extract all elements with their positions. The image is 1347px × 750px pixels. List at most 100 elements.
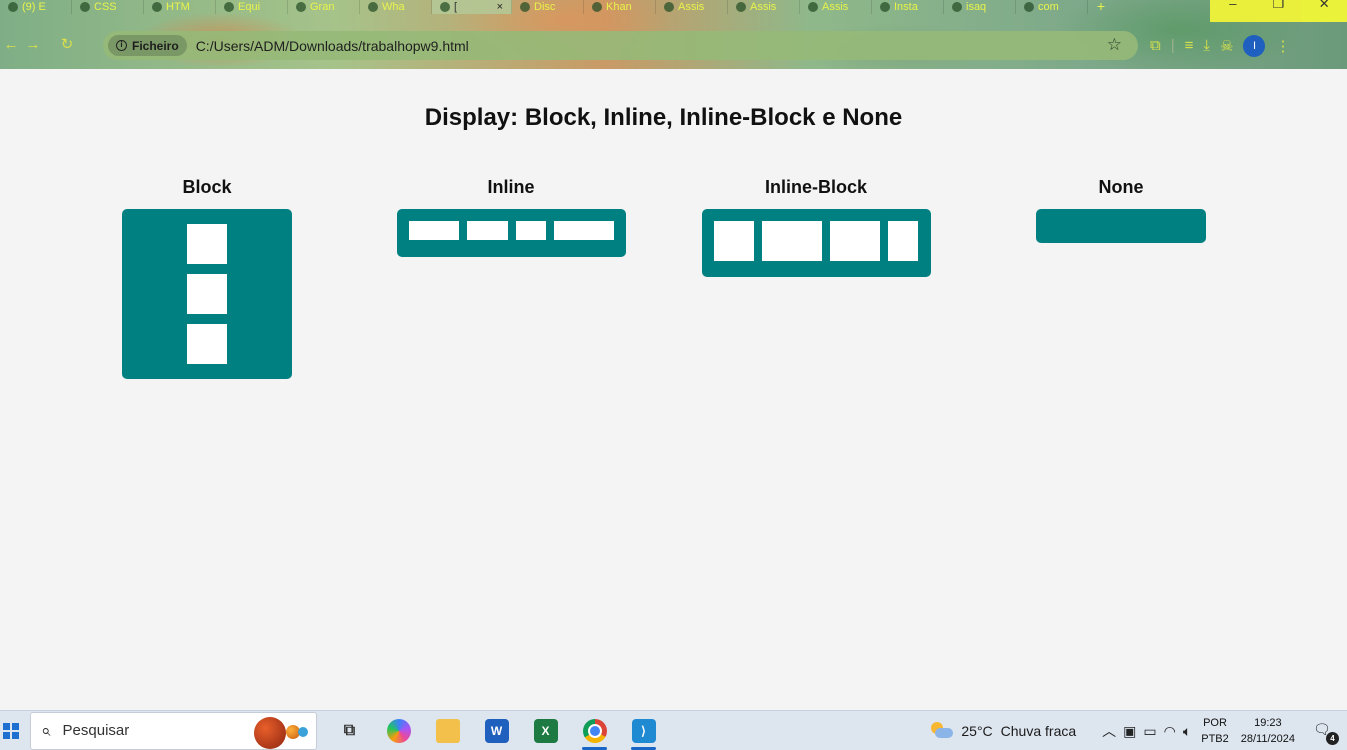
tab-active[interactable]: [× xyxy=(432,0,512,14)
inline-item xyxy=(515,221,546,240)
site-info-label: Ficheiro xyxy=(132,38,179,53)
download-icon[interactable]: ⤓ xyxy=(1203,37,1210,54)
tab-7[interactable]: Disc xyxy=(512,0,584,14)
none-container xyxy=(1036,209,1206,243)
file-explorer-app[interactable] xyxy=(423,711,472,750)
notification-center[interactable]: 🗨︎ 4 xyxy=(1313,721,1339,745)
copilot-icon xyxy=(386,718,411,743)
tab-favicon-icon xyxy=(1024,2,1034,12)
reload-icon[interactable]: ↻ xyxy=(56,34,78,56)
clock-date: 28/11/2024 xyxy=(1240,733,1295,745)
language-code: POR xyxy=(1203,717,1227,729)
language-indicator[interactable]: POR PTB2 xyxy=(1201,715,1229,747)
divider: | xyxy=(1170,37,1175,54)
chevron-up-icon[interactable]: ︿ xyxy=(1102,721,1116,741)
tab-label: Gran xyxy=(310,1,335,13)
folder-icon xyxy=(435,718,460,743)
maximize-icon[interactable]: ❐ xyxy=(1256,0,1302,22)
tab-label: CSS xyxy=(94,1,117,13)
reading-list-icon[interactable]: ≡ xyxy=(1185,37,1194,54)
tab-favicon-icon xyxy=(808,2,818,12)
site-info-chip[interactable]: i Ficheiro xyxy=(108,35,187,56)
tab-5[interactable]: Wha xyxy=(360,0,432,14)
tab-strip: (9) E CSS HTM Equi Gran Wha [× Disc Khan… xyxy=(0,0,1210,14)
menu-kebab-icon[interactable]: ⋮ xyxy=(1275,37,1290,55)
tab-favicon-icon xyxy=(80,2,90,12)
inline-block-item xyxy=(887,221,918,261)
tab-13[interactable]: isaq xyxy=(944,0,1016,14)
tab-12[interactable]: Insta xyxy=(872,0,944,14)
back-icon[interactable]: ← xyxy=(0,34,22,56)
tab-9[interactable]: Assis xyxy=(656,0,728,14)
profile-avatar[interactable]: I xyxy=(1243,34,1266,57)
tab-label: [ xyxy=(454,1,458,13)
forward-icon[interactable]: → xyxy=(22,34,44,56)
weather-widget[interactable]: 25°C Chuva fraca xyxy=(931,722,1076,740)
tab-11[interactable]: Assis xyxy=(800,0,872,14)
tab-2[interactable]: HTM xyxy=(144,0,216,14)
start-button[interactable] xyxy=(0,711,22,750)
notification-count: 4 xyxy=(1326,732,1339,745)
tab-favicon-icon xyxy=(368,2,378,12)
tab-favicon-icon xyxy=(664,2,674,12)
tab-close-icon[interactable]: × xyxy=(497,1,503,13)
window-close-icon[interactable]: ✕ xyxy=(1301,0,1347,22)
weather-temp: 25°C xyxy=(961,723,993,739)
tab-favicon-icon xyxy=(592,2,602,12)
tab-10[interactable]: Assis xyxy=(728,0,800,14)
excel-app[interactable]: X xyxy=(521,711,570,750)
chrome-icon xyxy=(582,718,607,743)
tab-8[interactable]: Khan xyxy=(584,0,656,14)
bookmark-star-icon[interactable]: ☆ xyxy=(1107,35,1122,55)
extension-skull-icon[interactable]: ☠ xyxy=(1220,37,1233,55)
inline-item xyxy=(553,221,614,240)
tab-1[interactable]: CSS xyxy=(72,0,144,14)
tab-0[interactable]: (9) E xyxy=(0,0,72,14)
search-highlight-image xyxy=(246,715,308,749)
vscode-icon: ⟩ xyxy=(631,718,656,743)
search-placeholder: Pesquisar xyxy=(62,722,130,739)
minimize-icon[interactable]: – xyxy=(1210,0,1256,22)
tab-label: Assis xyxy=(678,1,705,13)
chrome-app[interactable] xyxy=(570,711,619,750)
tab-label: isaq xyxy=(966,1,987,13)
volume-icon[interactable]: 🔈︎ xyxy=(1183,723,1191,740)
inline-item xyxy=(408,221,459,240)
tab-label: Equi xyxy=(238,1,261,13)
word-app[interactable]: W xyxy=(472,711,521,750)
wifi-icon[interactable]: ◠ xyxy=(1164,723,1176,740)
keyboard-layout: PTB2 xyxy=(1201,733,1229,745)
tab-favicon-icon xyxy=(296,2,306,12)
tab-favicon-icon xyxy=(736,2,746,12)
extensions-icon[interactable]: ⧉ xyxy=(1150,37,1161,54)
inline-item xyxy=(466,221,508,240)
word-icon: W xyxy=(484,718,509,743)
task-view-button[interactable]: ⧉ xyxy=(325,711,374,750)
tab-14[interactable]: com xyxy=(1016,0,1088,14)
section-heading-inline: Inline xyxy=(487,177,535,197)
section-inline: Inline xyxy=(391,177,631,257)
url-text[interactable]: C:/Users/ADM/Downloads/trabalhopw9.html xyxy=(196,38,469,54)
window-controls: – ❐ ✕ xyxy=(1210,0,1347,22)
tab-3[interactable]: Equi xyxy=(216,0,288,14)
meet-icon[interactable]: ▣ xyxy=(1123,723,1136,740)
tab-4[interactable]: Gran xyxy=(288,0,360,14)
taskbar-search[interactable]: ⌕ Pesquisar xyxy=(30,711,317,750)
copilot-app[interactable] xyxy=(374,711,423,750)
battery-icon[interactable]: ▭ xyxy=(1143,723,1156,740)
browser-chrome: (9) E CSS HTM Equi Gran Wha [× Disc Khan… xyxy=(0,0,1347,69)
new-tab-button[interactable]: + xyxy=(1088,0,1114,14)
tray-icons: ︿ ▣ ▭ ◠ 🔈︎ xyxy=(1102,721,1191,741)
clock[interactable]: 19:23 28/11/2024 xyxy=(1241,715,1295,747)
tab-favicon-icon xyxy=(440,2,450,12)
address-bar[interactable]: i Ficheiro C:/Users/ADM/Downloads/trabal… xyxy=(103,31,1138,60)
tab-label: Disc xyxy=(534,1,556,13)
section-heading-block: Block xyxy=(182,177,232,197)
tab-favicon-icon xyxy=(880,2,890,12)
section-inline-block: Inline-Block xyxy=(696,177,936,277)
windows-logo-icon xyxy=(3,722,19,739)
vscode-app[interactable]: ⟩ xyxy=(619,711,668,750)
tab-favicon-icon xyxy=(952,2,962,12)
section-heading-inline-block: Inline-Block xyxy=(764,177,867,197)
system-tray: 25°C Chuva fraca ︿ ▣ ▭ ◠ 🔈︎ POR PTB2 19:… xyxy=(931,711,1347,750)
